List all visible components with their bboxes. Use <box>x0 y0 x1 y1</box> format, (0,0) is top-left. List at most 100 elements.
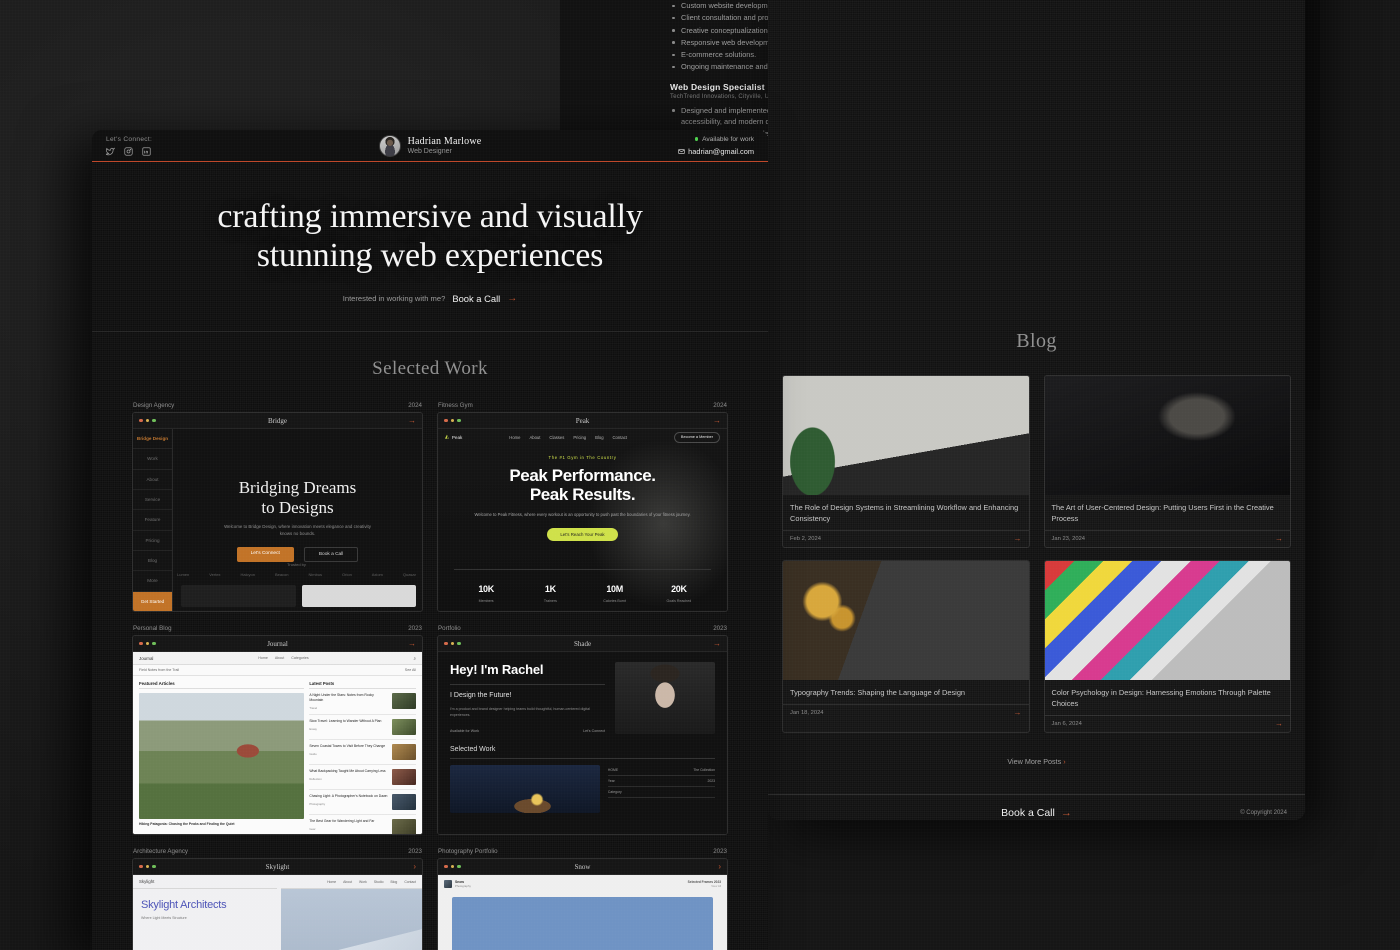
shade-meta-row: Available for Work Let's Connect <box>450 729 605 733</box>
post-meta: Reflection <box>309 776 322 781</box>
sidebar-item-work: Work <box>133 449 172 470</box>
nav-item-home: Home <box>258 656 268 660</box>
sidebar-item-more: More <box>133 571 172 592</box>
skylight-photo <box>281 888 422 950</box>
card <box>181 585 296 607</box>
project-meta: Fitness Gym 2024 <box>437 402 728 409</box>
skylight-subtext: Where Light Meets Structure <box>141 916 187 920</box>
project-screenshot: Skylight Home About Work Studio Blog Con… <box>133 875 422 950</box>
post-title: What Backpacking Taught Me About Carryin… <box>309 768 386 773</box>
arrow-right-icon[interactable]: → <box>1275 720 1283 728</box>
stat-label: Goals Reached <box>666 599 692 603</box>
project-browser-frame: Peak → Peak Home About Classes Pr <box>437 412 728 612</box>
maximize-dot-icon <box>457 864 461 869</box>
post-title: Slow Travel: Learning to Wander Without … <box>309 718 382 723</box>
project-meta: Personal Blog 2023 <box>132 625 423 632</box>
arrow-right-icon[interactable]: → <box>1014 709 1022 717</box>
bridge-hero: Bridging Dreams to Designs Welcome to Br… <box>173 429 422 611</box>
featured-label: Featured Articles <box>139 681 305 689</box>
shade-intro-row: Hey! I'm Rachel I Design the Future! I'm… <box>450 662 715 734</box>
arrow-right-icon[interactable]: → <box>681 639 721 648</box>
project-card[interactable]: Fitness Gym 2024 Peak → Peak <box>437 402 728 612</box>
divider <box>450 684 605 685</box>
arrow-right-icon[interactable]: › <box>681 862 721 871</box>
nav-item-about: About <box>343 879 353 884</box>
view-more-posts-link[interactable]: View More Posts › <box>768 757 1305 766</box>
skylight-nav-links: Home About Work Studio Blog Contact <box>154 880 416 884</box>
close-dot-icon <box>139 864 143 869</box>
hero-section: crafting immersive and visually stunning… <box>92 162 768 332</box>
close-dot-icon <box>444 864 448 869</box>
minimize-dot-icon <box>145 418 150 423</box>
hero-book-a-call-button[interactable]: Book a Call <box>452 293 500 304</box>
sidebar-item-pricing: Pricing <box>133 531 172 551</box>
project-year: 2023 <box>713 625 727 632</box>
nav-item-contact: Contact <box>404 879 416 884</box>
list-item: Year 2023 <box>607 776 715 787</box>
arrow-right-icon[interactable]: → <box>376 416 416 425</box>
nav-item-home: Home <box>509 434 521 440</box>
project-screenshot: Hey! I'm Rachel I Design the Future! I'm… <box>438 652 727 834</box>
nav-item-pricing: Pricing <box>573 434 587 440</box>
arrow-right-icon[interactable]: › <box>376 862 416 871</box>
blog-card[interactable]: Typography Trends: Shaping the Language … <box>782 560 1030 734</box>
site-header: Let's Connect: Hadrian Marlowe Web Desig… <box>92 130 768 162</box>
project-card[interactable]: Architecture Agency 2023 Skylight › Skyl… <box>132 848 423 950</box>
arrow-right-icon[interactable]: → <box>1275 535 1283 543</box>
journal-breadcrumb: Field Notes from the Trail See All <box>133 665 422 676</box>
bridge-headline-line2: to Designs <box>261 497 334 517</box>
post-meta: Guide <box>309 751 317 756</box>
project-card[interactable]: Photography Portfolio 2023 Snow › Snow P… <box>437 848 728 950</box>
status-dot-icon <box>694 137 699 141</box>
blog-post-date: Jan 18, 2024 <box>790 710 824 717</box>
project-meta: Architecture Agency 2023 <box>132 848 423 855</box>
instagram-icon[interactable] <box>124 146 133 156</box>
browser-title: Shade <box>573 639 592 648</box>
peak-headline-line1: Peak Performance. <box>509 466 656 485</box>
list-item: Category <box>607 787 715 798</box>
blog-post-date: Feb 2, 2024 <box>790 536 821 543</box>
selected-work-grid: Design Agency 2024 Bridge → Bridge Desig… <box>92 402 768 950</box>
blog-card[interactable]: The Role of Design Systems in Streamlini… <box>782 375 1030 549</box>
shade-project-row: HOME The Collection Year 2023 Category <box>450 765 715 813</box>
sidebar-get-started-button: Get Started <box>133 591 172 611</box>
profile-name: Hadrian Marlowe <box>407 136 482 147</box>
avatar <box>378 134 401 157</box>
blog-page-panel: Blog The Role of Design Systems in Strea… <box>768 0 1305 820</box>
twitter-icon[interactable] <box>106 147 115 156</box>
search-icon: ⌕ <box>413 655 416 661</box>
project-screenshot: Bridge Design Work About Service Feature… <box>133 429 422 611</box>
blog-card[interactable]: Color Psychology in Design: Harnessing E… <box>1043 560 1291 734</box>
shade-intro-text: Hey! I'm Rachel I Design the Future! I'm… <box>450 662 605 734</box>
blog-thumbnail <box>783 376 1029 495</box>
nav-item-studio: Studio <box>373 879 384 884</box>
bridge-buttons: Let's Connect Book a Call <box>236 547 359 563</box>
email-link[interactable]: hadrian@gmail.com <box>584 147 754 156</box>
linkedin-icon[interactable] <box>142 146 151 156</box>
connect-label: Let's Connect: <box>106 135 153 143</box>
footer-book-a-call-button[interactable]: Book a Call → <box>1001 807 1072 819</box>
sidebar-item-feature: Feature <box>133 510 172 531</box>
stat-item: 1K Trainers <box>518 579 582 603</box>
post-thumbnail <box>392 718 416 735</box>
profile-role: Web Designer <box>407 148 452 155</box>
bridge-sidebar-nav: Bridge Design Work About Service Feature… <box>133 429 173 611</box>
project-card[interactable]: Personal Blog 2023 Journal → Journal Hom… <box>132 625 423 835</box>
project-card[interactable]: Portfolio 2023 Shade → Hey! I'm Rachel I… <box>437 625 728 835</box>
availability-label: Available for work <box>702 135 754 143</box>
post-title: Chasing Light: A Photographer's Notebook… <box>309 793 388 798</box>
arrow-right-icon[interactable]: → <box>1014 535 1022 543</box>
mail-icon <box>678 148 685 154</box>
peak-navbar: Peak Home About Classes Pricing Blog Con… <box>438 429 727 445</box>
arrow-right-icon[interactable]: → <box>376 639 416 648</box>
blog-card[interactable]: The Art of User-Centered Design: Putting… <box>1043 375 1291 549</box>
site-footer: Book a Call → © Copyright 2024 <box>768 794 1305 820</box>
arrow-right-icon[interactable]: → <box>681 416 721 425</box>
blog-card-footer: Jan 6, 2024 → <box>1044 715 1290 732</box>
latest-label: Latest Posts <box>309 681 416 689</box>
project-card[interactable]: Design Agency 2024 Bridge → Bridge Desig… <box>132 402 423 612</box>
stat-item: 10M Calories Burnt <box>583 579 647 603</box>
post-thumbnail <box>392 793 416 810</box>
email-address: hadrian@gmail.com <box>688 146 754 156</box>
bridge-bottom-cards <box>181 585 416 607</box>
